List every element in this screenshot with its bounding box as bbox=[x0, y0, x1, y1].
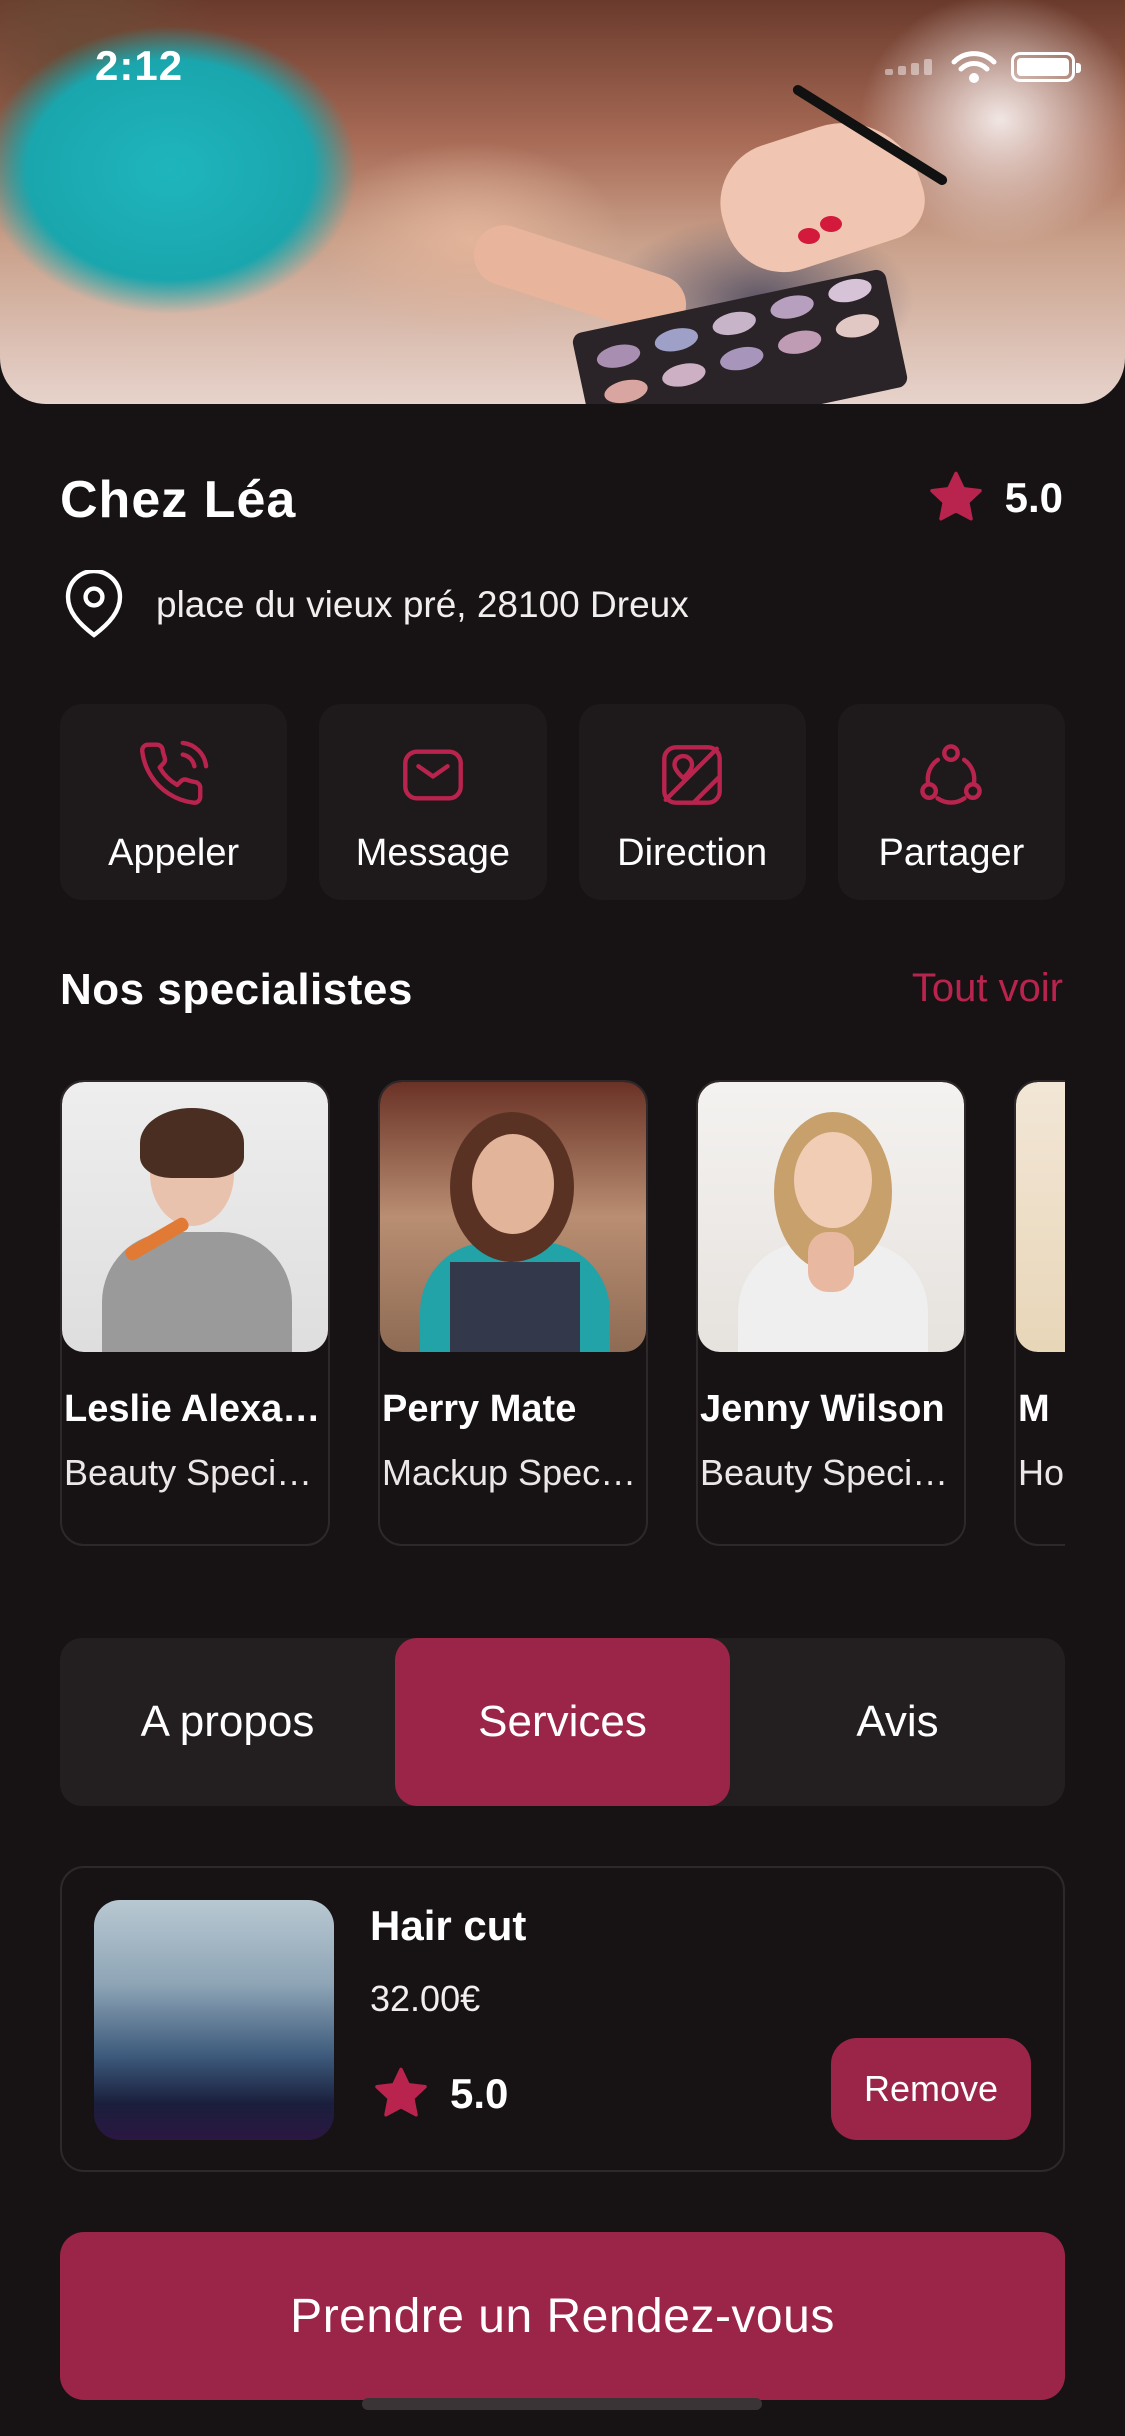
specialist-photo bbox=[62, 1082, 328, 1352]
phone-icon bbox=[139, 740, 208, 805]
specialist-card[interactable]: Leslie Alexander Beauty Specialist bbox=[60, 1080, 330, 1546]
salon-rating: 5.0 bbox=[925, 468, 1063, 528]
specialist-role: Ho bbox=[1018, 1452, 1065, 1493]
battery-icon bbox=[1011, 52, 1081, 82]
specialist-name: Leslie Alexander bbox=[64, 1388, 328, 1430]
share-label: Partager bbox=[878, 832, 1025, 874]
salon-rating-value: 5.0 bbox=[1004, 474, 1063, 521]
specialist-role: Beauty Specialist bbox=[700, 1452, 964, 1493]
specialists-title: Nos specialistes bbox=[60, 965, 413, 1014]
specialist-card[interactable]: Jenny Wilson Beauty Specialist bbox=[696, 1080, 966, 1546]
tab-services[interactable]: Services bbox=[395, 1638, 730, 1806]
star-icon bbox=[375, 2067, 427, 2117]
tab-avis[interactable]: Avis bbox=[730, 1638, 1065, 1806]
book-appointment-button[interactable]: Prendre un Rendez-vous bbox=[60, 2232, 1065, 2400]
mail-icon bbox=[402, 749, 463, 801]
direction-button[interactable]: Direction bbox=[578, 704, 806, 900]
status-icons bbox=[885, 50, 1081, 84]
service-thumbnail bbox=[94, 1900, 334, 2140]
specialist-role: Mackup Specialist bbox=[382, 1452, 646, 1493]
message-label: Message bbox=[355, 832, 510, 874]
service-name: Hair cut bbox=[370, 1902, 527, 1949]
service-card: Hair cut 32.00€ 5.0 Remove bbox=[60, 1866, 1065, 2172]
specialist-name: M bbox=[1018, 1388, 1050, 1430]
specialist-card[interactable]: Perry Mate Mackup Specialist bbox=[378, 1080, 648, 1546]
share-icon bbox=[920, 744, 983, 805]
quick-actions: Appeler Message Direction Partager bbox=[60, 704, 1065, 900]
wifi-icon bbox=[951, 51, 997, 83]
salon-detail-screen: 2:12 Chez Léa 5.0 place du vieux pré, 28… bbox=[0, 0, 1125, 2436]
segment-tabs: A propos Services Avis bbox=[60, 1638, 1065, 1806]
salon-name: Chez Léa bbox=[60, 471, 297, 529]
see-all-link[interactable]: Tout voir bbox=[912, 966, 1063, 1011]
call-button[interactable]: Appeler bbox=[60, 704, 288, 900]
home-indicator[interactable] bbox=[362, 2398, 762, 2410]
share-button[interactable]: Partager bbox=[837, 704, 1065, 900]
call-label: Appeler bbox=[108, 832, 240, 874]
cellular-icon bbox=[885, 59, 932, 75]
specialist-card[interactable]: M Ho bbox=[1014, 1080, 1065, 1546]
map-icon bbox=[662, 745, 723, 805]
specialist-photo bbox=[698, 1082, 964, 1352]
specialists-carousel[interactable]: Leslie Alexander Beauty Specialist Perry… bbox=[60, 1080, 1065, 1550]
direction-label: Direction bbox=[617, 832, 768, 874]
status-time: 2:12 bbox=[95, 42, 184, 89]
service-price: 32.00€ bbox=[370, 1978, 481, 2019]
service-rating-value: 5.0 bbox=[450, 2070, 509, 2117]
specialist-role: Beauty Specialist bbox=[64, 1452, 328, 1493]
address-text: place du vieux pré, 28100 Dreux bbox=[156, 584, 689, 625]
location-pin-icon bbox=[65, 570, 123, 638]
specialist-name: Perry Mate bbox=[382, 1388, 577, 1430]
specialist-name: Jenny Wilson bbox=[700, 1388, 945, 1430]
specialist-photo bbox=[1016, 1082, 1065, 1352]
remove-button[interactable]: Remove bbox=[831, 2038, 1031, 2140]
star-icon bbox=[929, 471, 982, 521]
salon-address: place du vieux pré, 28100 Dreux bbox=[62, 570, 689, 640]
tab-a-propos[interactable]: A propos bbox=[60, 1638, 395, 1806]
service-rating: 5.0 bbox=[370, 2064, 508, 2124]
message-button[interactable]: Message bbox=[319, 704, 547, 900]
specialist-photo bbox=[380, 1082, 646, 1352]
